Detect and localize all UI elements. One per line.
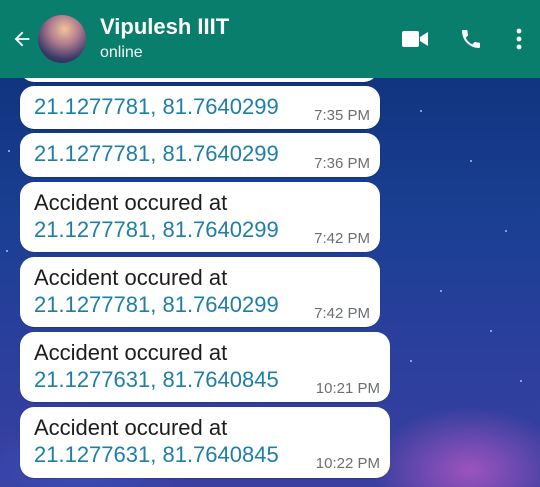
voice-call-button[interactable] xyxy=(458,27,484,51)
latitude-link[interactable]: 21.1277631 xyxy=(34,442,150,467)
longitude-link[interactable]: 81.7640299 xyxy=(162,292,278,317)
latitude-link[interactable]: 21.1277781 xyxy=(34,94,150,119)
wallpaper-star xyxy=(8,150,10,152)
coordinate-separator: , xyxy=(150,217,163,242)
back-button[interactable] xyxy=(8,25,36,53)
coordinate-separator: , xyxy=(150,367,163,392)
wallpaper-star xyxy=(6,250,8,252)
message-text: Accident occured at xyxy=(34,340,228,365)
video-call-button[interactable] xyxy=(400,29,430,49)
menu-button[interactable] xyxy=(514,28,524,50)
avatar[interactable] xyxy=(38,15,86,63)
message-coordinates: 21.1277631, 81.7640845 xyxy=(34,442,279,468)
wallpaper-star xyxy=(420,110,422,112)
more-vertical-icon xyxy=(516,28,522,50)
wallpaper-star xyxy=(490,330,492,332)
message-bubble[interactable]: Accident occured at 21.1277631, 81.76408… xyxy=(20,407,390,478)
phone-icon xyxy=(462,30,480,48)
message-bubble[interactable]: 21.1277781, 81.7640299 7:36 PM xyxy=(20,133,380,177)
message-coordinates: 21.1277781, 81.7640299 xyxy=(34,94,279,120)
coordinate-separator: , xyxy=(150,141,163,166)
longitude-link[interactable]: 81.7640845 xyxy=(162,442,278,467)
message-text: Accident occured at xyxy=(34,415,228,440)
message-time: 7:35 PM xyxy=(314,107,370,124)
message-time: 7:42 PM xyxy=(314,305,370,322)
message-time: 10:22 PM xyxy=(315,455,380,472)
message-coordinates: 21.1277631, 81.7640845 xyxy=(34,367,279,393)
header-actions xyxy=(400,0,524,78)
chat-header: Vipulesh IIIT online xyxy=(0,0,540,78)
message-bubble[interactable]: Accident occured at 21.1277781, 81.76402… xyxy=(20,182,380,252)
video-camera-icon xyxy=(402,31,428,47)
latitude-link[interactable]: 21.1277781 xyxy=(34,217,150,242)
arrow-left-icon xyxy=(14,31,30,47)
message-bubble[interactable]: 21.1277781, 81.7640299 7:35 PM xyxy=(20,86,380,129)
wallpaper-star xyxy=(410,360,412,362)
contact-name: Vipulesh IIIT xyxy=(100,14,230,39)
wallpaper-star xyxy=(520,380,522,382)
message-coordinates: 21.1277781, 81.7640299 xyxy=(34,217,279,243)
message-time: 10:21 PM xyxy=(315,380,380,397)
wallpaper-star xyxy=(440,290,442,292)
message-text: Accident occured at xyxy=(34,190,228,215)
message-time: 7:42 PM xyxy=(314,230,370,247)
contact-status: online xyxy=(100,44,143,61)
longitude-link[interactable]: 81.7640299 xyxy=(162,217,278,242)
longitude-link[interactable]: 81.7640299 xyxy=(162,94,278,119)
coordinate-separator: , xyxy=(150,94,163,119)
wallpaper-star xyxy=(470,160,472,162)
latitude-link[interactable]: 21.1277781 xyxy=(34,292,150,317)
coordinate-separator: , xyxy=(150,292,163,317)
message-bubble[interactable]: Accident occured at 21.1277631, 81.76408… xyxy=(20,332,390,402)
message-coordinates: 21.1277781, 81.7640299 xyxy=(34,292,279,318)
message-text: Accident occured at xyxy=(34,265,228,290)
latitude-link[interactable]: 21.1277781 xyxy=(34,141,150,166)
message-time: 7:36 PM xyxy=(314,155,370,172)
latitude-link[interactable]: 21.1277631 xyxy=(34,367,150,392)
contact-info[interactable]: Vipulesh IIIT online xyxy=(100,14,229,64)
message-coordinates: 21.1277781, 81.7640299 xyxy=(34,141,279,167)
coordinate-separator: , xyxy=(150,442,163,467)
longitude-link[interactable]: 81.7640299 xyxy=(162,141,278,166)
wallpaper-star xyxy=(505,230,507,232)
longitude-link[interactable]: 81.7640845 xyxy=(162,367,278,392)
message-bubble[interactable]: Accident occured at 21.1277781, 81.76402… xyxy=(20,257,380,327)
